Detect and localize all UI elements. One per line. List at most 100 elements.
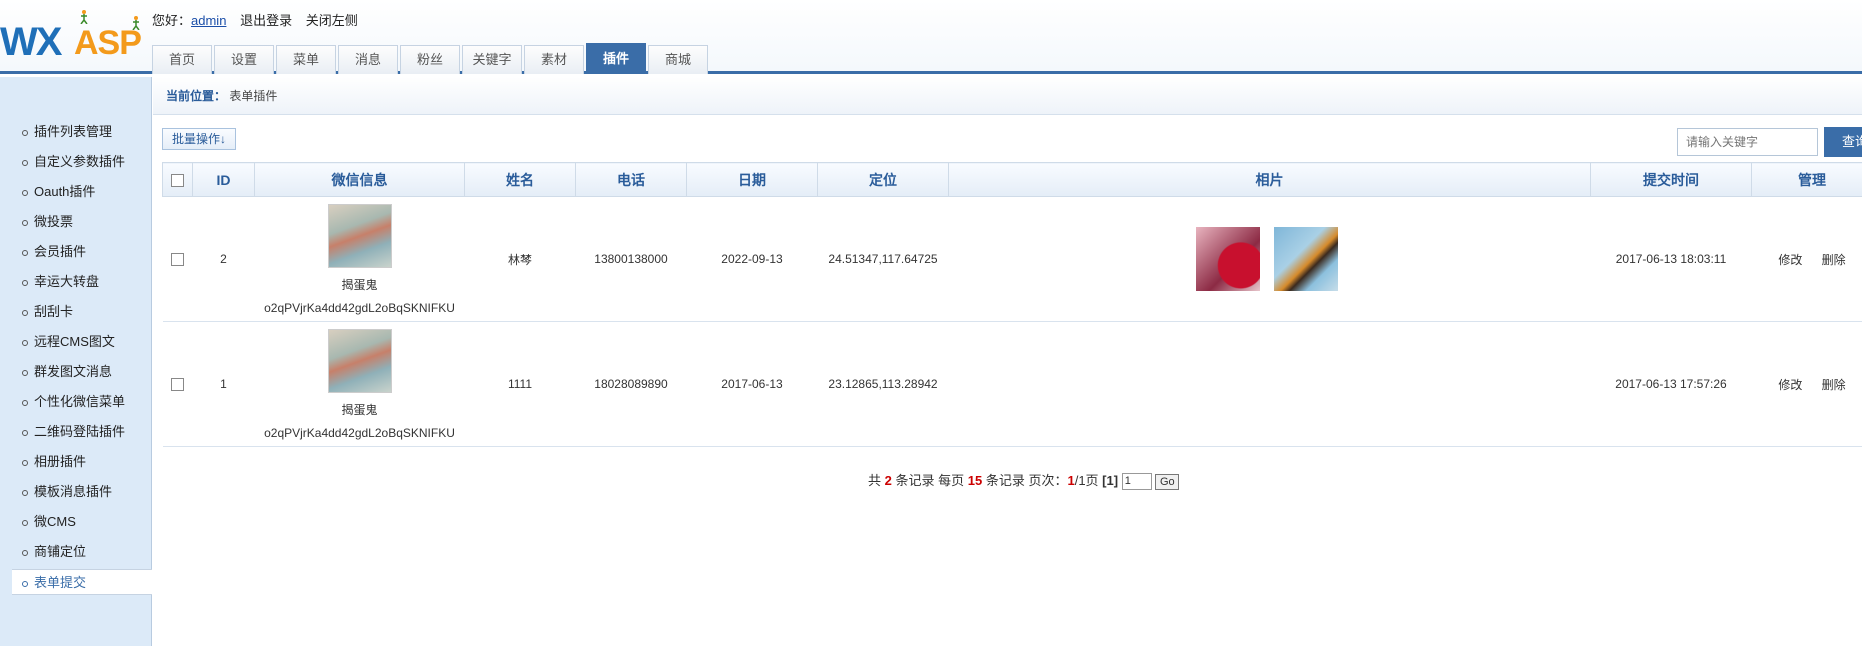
pager-text: 条记录 每页 xyxy=(895,473,965,488)
sidebar-item-member[interactable]: 会员插件 xyxy=(12,239,152,265)
username-link[interactable]: admin xyxy=(191,13,226,28)
sidebar-item-album[interactable]: 相册插件 xyxy=(12,449,152,475)
tab-keywords[interactable]: 关键字 xyxy=(462,45,522,74)
sidebar-item-micro-cms[interactable]: 微CMS xyxy=(12,509,152,535)
page-input[interactable]: 1 xyxy=(1121,473,1152,491)
bullet-icon xyxy=(22,580,28,587)
cell-photos xyxy=(948,196,1591,322)
current-page: 1 xyxy=(1067,473,1075,488)
column-header: 电话 xyxy=(575,162,687,197)
header: WX ASP 您好：admin 退出登录 关闭左侧 首页 设置 菜单 消息 粉丝… xyxy=(0,0,1862,74)
row-checkbox[interactable] xyxy=(171,378,184,392)
sidebar-item-vote[interactable]: 微投票 xyxy=(12,209,152,235)
logout-link[interactable]: 退出登录 xyxy=(240,13,292,28)
cell-actions: 修改 删除 xyxy=(1751,196,1862,322)
sidebar-item-form-submit[interactable]: 表单提交 xyxy=(12,569,152,595)
sidebar: 插件列表管理 自定义参数插件 Oauth插件 微投票 会员插件 幸运大转盘 刮刮… xyxy=(0,77,152,646)
sidebar-item-custom-menu[interactable]: 个性化微信菜单 xyxy=(12,389,152,415)
photo-thumbnail[interactable] xyxy=(1273,227,1338,291)
sidebar-item-remote-cms[interactable]: 远程CMS图文 xyxy=(12,329,152,355)
batch-operation-button[interactable]: 批量操作↓ xyxy=(162,128,236,150)
edit-link[interactable]: 修改 xyxy=(1778,253,1802,267)
tab-menu[interactable]: 菜单 xyxy=(276,45,336,74)
row-checkbox[interactable] xyxy=(171,253,184,267)
breadcrumb-label: 当前位置： xyxy=(166,89,227,103)
sidebar-item-lucky-wheel[interactable]: 幸运大转盘 xyxy=(12,269,152,295)
select-all-header xyxy=(162,162,193,197)
sidebar-item-custom-params[interactable]: 自定义参数插件 xyxy=(12,149,152,175)
sidebar-item-shop-location[interactable]: 商铺定位 xyxy=(12,539,152,565)
sidebar-item-template-message[interactable]: 模板消息插件 xyxy=(12,479,152,505)
column-header: ID xyxy=(192,162,255,197)
cell-submit-time: 2017-06-13 18:03:11 xyxy=(1590,196,1752,322)
select-all-checkbox[interactable] xyxy=(171,174,184,188)
total-records: 2 xyxy=(884,473,892,488)
bullet-icon xyxy=(22,369,28,376)
cell-actions: 修改 删除 xyxy=(1751,321,1862,447)
sidebar-item-qr-login[interactable]: 二维码登陆插件 xyxy=(12,419,152,445)
tab-messages[interactable]: 消息 xyxy=(338,45,398,74)
wechat-openid: o2qPVjrKa4dd42gdL2oBqSKNIFKU xyxy=(264,425,455,440)
pagination: 共 2 条记录 每页 15 条记录 页次：1/1页 [1] 1 Go xyxy=(868,470,1180,491)
wechat-nickname: 揭蛋鬼 xyxy=(341,277,378,292)
wechat-nickname: 揭蛋鬼 xyxy=(341,402,378,417)
breadcrumb-current: 表单插件 xyxy=(229,89,278,103)
cell-wechat-info: 揭蛋鬼 o2qPVjrKa4dd42gdL2oBqSKNIFKU xyxy=(254,321,465,447)
sidebar-item-mass-message[interactable]: 群发图文消息 xyxy=(12,359,152,385)
bullet-icon xyxy=(22,249,28,256)
breadcrumb: 当前位置： 表单插件 xyxy=(153,77,1862,115)
per-page: 15 xyxy=(967,473,983,488)
photo-thumbnail[interactable] xyxy=(1196,227,1261,291)
bullet-icon xyxy=(22,489,28,496)
delete-link[interactable]: 删除 xyxy=(1822,253,1846,267)
bullet-icon xyxy=(22,429,28,436)
sidebar-item-oauth[interactable]: Oauth插件 xyxy=(12,179,152,205)
search-input[interactable] xyxy=(1677,128,1818,156)
cell-location: 23.12865,113.28942 xyxy=(817,321,949,447)
cell-name: 1111 xyxy=(464,321,576,447)
delete-link[interactable]: 删除 xyxy=(1822,378,1846,392)
pager-text: 条记录 页次： xyxy=(985,473,1068,488)
user-bar: 您好：admin 退出登录 关闭左侧 xyxy=(152,10,368,29)
figure-icon xyxy=(80,10,88,24)
table-row: 1 揭蛋鬼 o2qPVjrKa4dd42gdL2oBqSKNIFKU 1111 … xyxy=(162,321,1862,447)
bullet-icon xyxy=(22,399,28,406)
bullet-icon xyxy=(22,459,28,466)
tab-plugins[interactable]: 插件 xyxy=(586,43,646,74)
table-row: 2 揭蛋鬼 o2qPVjrKa4dd42gdL2oBqSKNIFKU 林棽 13… xyxy=(162,196,1862,322)
cell-phone: 18028089890 xyxy=(575,321,687,447)
close-left-link[interactable]: 关闭左侧 xyxy=(306,13,358,28)
edit-link[interactable]: 修改 xyxy=(1778,378,1802,392)
cell-submit-time: 2017-06-13 17:57:26 xyxy=(1590,321,1752,447)
page-link[interactable]: [1] xyxy=(1102,473,1118,488)
bullet-icon xyxy=(22,219,28,226)
avatar xyxy=(327,203,392,268)
column-header: 相片 xyxy=(948,162,1591,197)
page-count: /1页 xyxy=(1074,473,1099,488)
cell-date: 2022-09-13 xyxy=(686,196,818,322)
tab-materials[interactable]: 素材 xyxy=(524,45,584,74)
bullet-icon xyxy=(22,279,28,286)
pager-text: 共 xyxy=(868,473,882,488)
sidebar-item-scratch-card[interactable]: 刮刮卡 xyxy=(12,299,152,325)
data-table: ID 微信信息 姓名 电话 日期 定位 相片 提交时间 管理 2 揭蛋鬼 o2q… xyxy=(162,162,1862,447)
cell-name: 林棽 xyxy=(464,196,576,322)
logo: WX ASP xyxy=(0,6,150,64)
bullet-icon xyxy=(22,309,28,316)
cell-id: 1 xyxy=(192,321,255,447)
greeting: 您好：admin xyxy=(152,13,227,28)
sidebar-item-plugin-list[interactable]: 插件列表管理 xyxy=(12,119,152,145)
tab-fans[interactable]: 粉丝 xyxy=(400,45,460,74)
tab-shop[interactable]: 商城 xyxy=(648,45,708,74)
tab-settings[interactable]: 设置 xyxy=(214,45,274,74)
search-button[interactable]: 查询 xyxy=(1824,127,1862,157)
top-nav-tabs: 首页 设置 菜单 消息 粉丝 关键字 素材 插件 商城 xyxy=(152,43,710,74)
table-header-row: ID 微信信息 姓名 电话 日期 定位 相片 提交时间 管理 xyxy=(162,162,1862,197)
column-header: 定位 xyxy=(817,162,949,197)
go-button[interactable]: Go xyxy=(1155,473,1180,490)
column-header: 微信信息 xyxy=(254,162,465,197)
column-header: 姓名 xyxy=(464,162,576,197)
tab-home[interactable]: 首页 xyxy=(152,45,212,74)
bullet-icon xyxy=(22,519,28,526)
logo-text-wx: WX xyxy=(0,20,62,64)
